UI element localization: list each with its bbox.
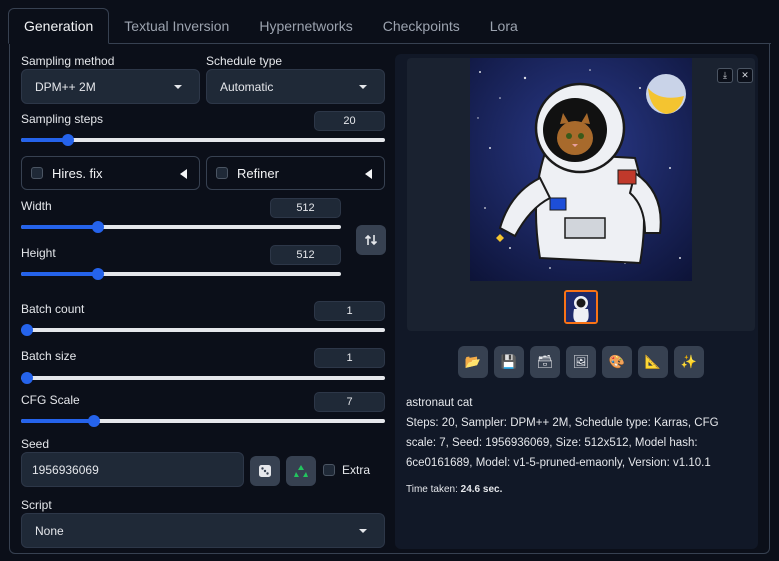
time-taken: Time taken: 24.6 sec. <box>406 480 751 500</box>
image-icon: 🖼 <box>572 354 590 369</box>
batch-size-input[interactable]: 1 <box>314 348 385 368</box>
slider-fill <box>21 419 94 423</box>
hires-fix-checkbox[interactable] <box>31 167 43 179</box>
width-input[interactable]: 512 <box>270 198 341 218</box>
slider-track <box>21 138 385 142</box>
swap-dimensions-button[interactable] <box>356 225 386 255</box>
collapse-arrow-icon[interactable] <box>365 169 372 179</box>
time-taken-label: Time taken: <box>406 484 458 495</box>
chevron-down-icon <box>359 85 367 89</box>
slider-track <box>21 328 385 332</box>
sampling-method-value: DPM++ 2M <box>35 79 96 94</box>
batch-count-label: Batch count <box>21 302 85 316</box>
script-value: None <box>35 523 64 538</box>
random-seed-button[interactable] <box>250 456 280 486</box>
slider-fill <box>21 225 98 229</box>
refiner-checkbox[interactable] <box>216 167 228 179</box>
cfg-scale-input[interactable]: 7 <box>314 392 385 412</box>
script-select[interactable]: None <box>21 513 385 548</box>
zip-button[interactable]: 🗃 <box>530 346 560 378</box>
schedule-type-value: Automatic <box>220 79 274 94</box>
image-gallery: ⤓ ✕ <box>407 58 755 331</box>
sampling-steps-label: Sampling steps <box>21 112 104 126</box>
palette-icon: 🎨 <box>608 354 626 369</box>
slider-fill <box>21 272 98 276</box>
swap-vertical-arrows-icon <box>364 234 378 246</box>
slider-fill <box>21 138 69 142</box>
tab-lora[interactable]: Lora <box>475 9 533 43</box>
output-prompt: astronaut cat <box>406 397 473 409</box>
sampling-method-select[interactable]: DPM++ 2M <box>21 69 200 104</box>
close-icon[interactable]: ✕ <box>737 68 753 83</box>
gallery-thumbnail[interactable] <box>564 290 598 324</box>
chevron-down-icon <box>359 529 367 533</box>
upscale-button[interactable]: ✨ <box>674 346 704 378</box>
seed-label: Seed <box>21 437 50 451</box>
folder-icon: 📂 <box>464 354 482 369</box>
generated-image[interactable] <box>470 58 692 281</box>
slider-thumb[interactable] <box>21 372 33 384</box>
height-label: Height <box>21 246 56 260</box>
script-label: Script <box>21 498 52 512</box>
slider-thumb[interactable] <box>87 415 100 427</box>
save-icon: 💾 <box>500 354 518 369</box>
extra-seed-label: Extra <box>342 463 371 477</box>
schedule-type-label: Schedule type <box>206 54 283 68</box>
collapse-arrow-icon[interactable] <box>180 169 187 179</box>
slider-track <box>21 376 385 380</box>
cfg-scale-slider[interactable] <box>21 414 385 428</box>
hires-fix-label: Hires. fix <box>52 165 103 181</box>
reuse-seed-button[interactable] <box>286 456 316 486</box>
output-parameters: Steps: 20, Sampler: DPM++ 2M, Schedule t… <box>406 417 719 469</box>
send-to-extras-button[interactable]: 📐 <box>638 346 668 378</box>
height-slider[interactable] <box>21 267 341 281</box>
batch-size-slider[interactable] <box>21 371 385 385</box>
seed-input[interactable]: 1956936069 <box>21 452 244 487</box>
width-slider[interactable] <box>21 220 341 234</box>
send-to-img2img-button[interactable]: 🖼 <box>566 346 596 378</box>
batch-count-input[interactable]: 1 <box>314 301 385 321</box>
settings-column: Sampling method DPM++ 2M Schedule type A… <box>11 5 386 512</box>
chevron-down-icon <box>174 85 182 89</box>
schedule-type-select[interactable]: Automatic <box>206 69 385 104</box>
save-button[interactable]: 💾 <box>494 346 524 378</box>
ruler-icon: 📐 <box>644 354 662 369</box>
send-to-inpaint-button[interactable]: 🎨 <box>602 346 632 378</box>
sampling-method-label: Sampling method <box>21 54 115 68</box>
height-input[interactable]: 512 <box>270 245 341 265</box>
zip-icon: 🗃 <box>536 354 554 369</box>
sampling-steps-slider[interactable] <box>21 133 385 147</box>
slider-thumb[interactable] <box>21 324 33 336</box>
dice-icon <box>259 465 271 477</box>
refiner-accordion[interactable]: Refiner <box>206 156 385 190</box>
slider-thumb[interactable] <box>91 221 104 233</box>
batch-count-slider[interactable] <box>21 323 385 337</box>
refiner-label: Refiner <box>237 165 279 181</box>
thumbnail-image <box>566 292 596 322</box>
sparkle-icon: ✨ <box>680 354 698 369</box>
batch-size-label: Batch size <box>21 349 77 363</box>
open-folder-button[interactable]: 📂 <box>458 346 488 378</box>
time-taken-value: 24.6 sec. <box>460 484 503 495</box>
slider-thumb[interactable] <box>62 134 75 146</box>
recycle-icon <box>294 465 308 477</box>
extra-seed-checkbox[interactable] <box>323 464 335 476</box>
slider-thumb[interactable] <box>91 268 104 280</box>
download-icon[interactable]: ⤓ <box>717 68 733 83</box>
width-label: Width <box>21 199 52 213</box>
output-panel: ⤓ ✕ 📂 💾 🗃 🖼 🎨 📐 ✨ astronaut cat Steps: 2… <box>395 54 758 549</box>
hires-fix-accordion[interactable]: Hires. fix <box>21 156 200 190</box>
tab-checkpoints[interactable]: Checkpoints <box>368 9 475 43</box>
sampling-steps-input[interactable]: 20 <box>314 111 385 131</box>
cfg-scale-label: CFG Scale <box>21 393 80 407</box>
